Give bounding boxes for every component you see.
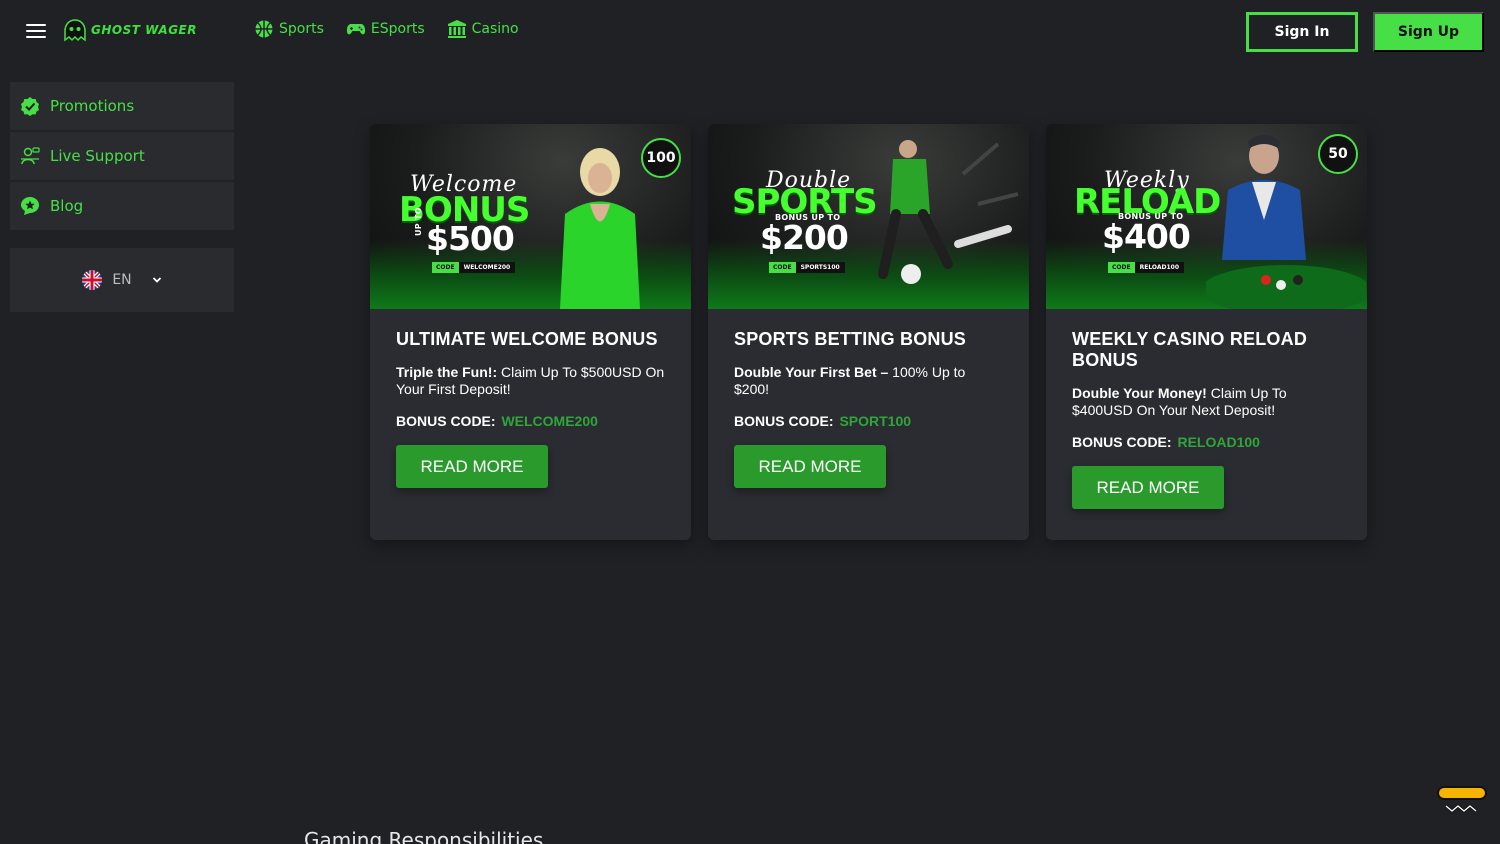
promo-banner-welcome[interactable]: Welcome BONUS UP TO $500 CODE WELCOME200… — [370, 124, 691, 309]
promo-title: SPORTS BETTING BONUS — [734, 329, 967, 349]
language-code: EN — [112, 272, 132, 288]
promo-banner-sports[interactable]: Double SPORTS BONUS UP TO $200 CODE SPOR… — [708, 124, 1029, 309]
nav-sports-label: Sports — [279, 21, 324, 37]
read-more-button[interactable]: READ MORE — [1072, 466, 1224, 509]
woman-figure-image — [560, 148, 640, 309]
nav-esports[interactable]: ESports — [346, 19, 425, 39]
banner-code-pill: CODE RELOAD100 — [1108, 262, 1185, 273]
promo-banner-reload[interactable]: Weekly RELOAD BONUS UP TO $400 CODE RELO… — [1046, 124, 1367, 309]
promo-description: Double Your Money! Claim Up To $400USD O… — [1072, 385, 1341, 418]
banner-code-pill: CODE WELCOME200 — [432, 262, 516, 273]
bonus-code-label: BONUS CODE: — [396, 413, 496, 429]
logo[interactable]: GHOST WAGER — [62, 16, 197, 44]
nav-casino-label: Casino — [471, 21, 519, 37]
basketball-icon — [255, 20, 273, 38]
read-more-button[interactable]: READ MORE — [396, 445, 548, 488]
banner-code-pill: CODE SPORTS100 — [769, 262, 845, 273]
support-agent-icon — [21, 147, 40, 165]
chat-bubble-icon — [1437, 786, 1487, 813]
banner-amount-text: $400 — [1102, 217, 1191, 256]
banner-code-value: SPORTS100 — [795, 262, 845, 273]
check-badge-icon — [21, 97, 39, 116]
gamepad-icon — [346, 24, 365, 35]
bonus-code-label: BONUS CODE: — [734, 413, 834, 429]
promo-title: WEEKLY CASINO RELOAD BONUS — [1072, 329, 1308, 370]
top-header: GHOST WAGER Sports ESports Casino Sign I… — [0, 0, 1500, 64]
sidebar-item-label: Promotions — [50, 97, 135, 115]
banner-code-value: RELOAD100 — [1134, 262, 1185, 273]
sidebar-item-blog[interactable]: Blog — [10, 182, 234, 230]
bonus-code-line: BONUS CODE: WELCOME200 — [396, 413, 665, 429]
banner-amount-text: $500 — [426, 219, 515, 258]
hamburger-menu-icon[interactable] — [26, 24, 46, 40]
soccer-player-image — [878, 140, 1019, 284]
promo-description: Triple the Fun!: Claim Up To $500USD On … — [396, 364, 665, 397]
banner-code-key: CODE — [1108, 262, 1135, 273]
banner-code-key: CODE — [432, 262, 459, 273]
promo-card-reload: Weekly RELOAD BONUS UP TO $400 CODE RELO… — [1046, 124, 1367, 540]
promo-desc-bold: Double Your First Bet – — [734, 364, 889, 380]
bonus-code-value: RELOAD100 — [1177, 434, 1260, 450]
logo-text: GHOST WAGER — [91, 23, 197, 37]
ghost-logo-icon — [64, 19, 86, 42]
promo-description: Double Your First Bet – 100% Up to $200! — [734, 364, 1003, 397]
promo-card-welcome: Welcome BONUS UP TO $500 CODE WELCOME200… — [370, 124, 691, 540]
bonus-code-value: WELCOME200 — [501, 413, 598, 429]
sidebar-item-promotions[interactable]: Promotions — [10, 82, 234, 130]
banner-sub-text: UP TO — [414, 207, 423, 236]
promo-title: ULTIMATE WELCOME BONUS — [396, 329, 658, 349]
banner-code-key: CODE — [769, 262, 796, 273]
banner-amount-text: $200 — [760, 218, 849, 257]
promo-desc-bold: Double Your Money! — [1072, 385, 1207, 401]
bonus-code-line: BONUS CODE: RELOAD100 — [1072, 434, 1341, 450]
sign-up-button[interactable]: Sign Up — [1373, 12, 1484, 52]
chat-widget-icon[interactable] — [1436, 784, 1488, 820]
nav-esports-label: ESports — [370, 21, 425, 37]
footer-heading: Gaming Responsibilities — [304, 828, 544, 844]
chevron-down-icon — [152, 277, 161, 283]
sidebar-item-live-support[interactable]: Live Support — [10, 132, 234, 180]
banner-code-value: WELCOME200 — [458, 262, 516, 273]
sign-in-button[interactable]: Sign In — [1246, 12, 1358, 52]
free-spins-badge: 50 — [1318, 134, 1358, 174]
nav-casino[interactable]: Casino — [447, 19, 519, 39]
bonus-code-label: BONUS CODE: — [1072, 434, 1172, 450]
uk-flag-icon — [82, 270, 103, 290]
sidebar-item-label: Blog — [50, 197, 84, 215]
promo-desc-bold: Triple the Fun!: — [396, 364, 498, 380]
read-more-button[interactable]: READ MORE — [734, 445, 886, 488]
nav-sports[interactable]: Sports — [254, 19, 324, 39]
casino-building-icon — [447, 20, 466, 38]
free-spins-badge: 100 — [641, 138, 681, 178]
sidebar-item-label: Live Support — [50, 147, 145, 165]
promo-card-sports: Double SPORTS BONUS UP TO $200 CODE SPOR… — [708, 124, 1029, 540]
bonus-code-value: SPORT100 — [839, 413, 912, 429]
bonus-code-line: BONUS CODE: SPORT100 — [734, 413, 1003, 429]
top-nav: Sports ESports Casino — [254, 19, 519, 39]
star-bubble-icon — [21, 197, 39, 215]
language-selector[interactable]: EN — [10, 248, 234, 312]
